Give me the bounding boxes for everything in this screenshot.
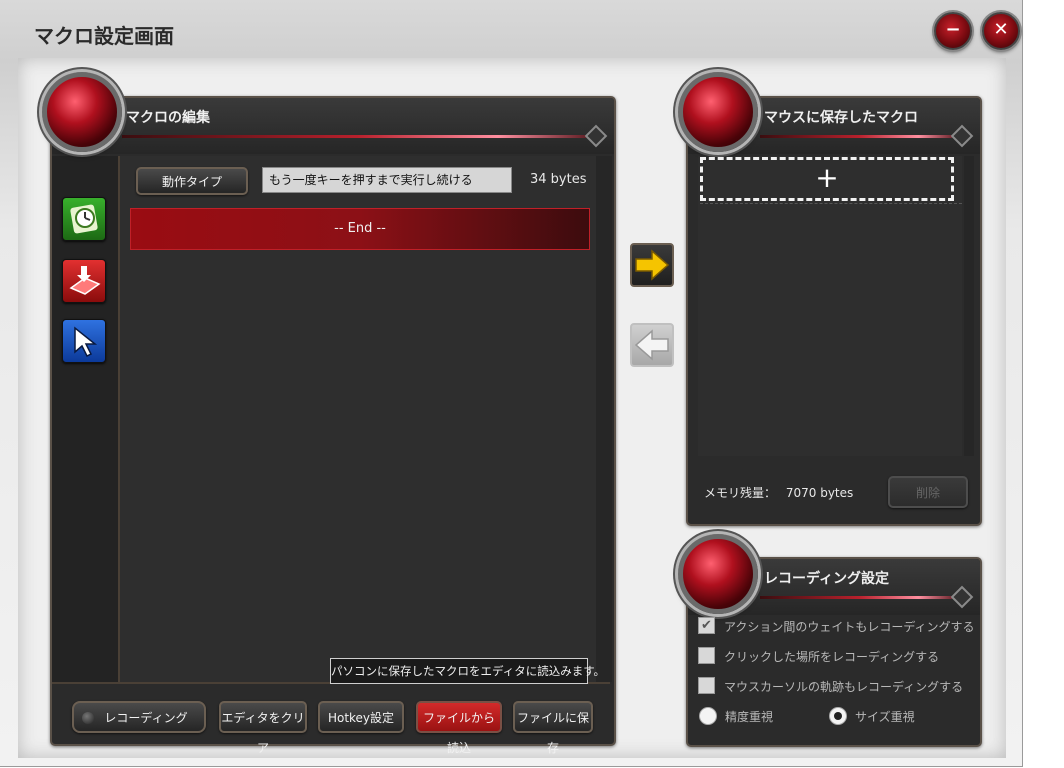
wait-tool-button[interactable] [62, 197, 106, 241]
plus-icon: + [815, 161, 839, 194]
radio-selected-dot [834, 712, 842, 720]
saved-macro-scrollbar[interactable] [964, 156, 974, 456]
radio-precision[interactable] [699, 707, 717, 725]
recording-indicator-icon [82, 712, 94, 724]
macro-size-text: 34 bytes [530, 172, 587, 187]
saved-macro-list [698, 156, 962, 456]
checkbox[interactable] [698, 677, 715, 694]
editor-orb-emblem [42, 72, 122, 152]
checkbox[interactable] [698, 647, 715, 664]
move-left-arrow-icon [634, 329, 669, 361]
recording-settings-title: レコーディング設定 [764, 571, 890, 587]
add-macro-slot[interactable]: + [700, 157, 954, 201]
header-ornament-icon [950, 124, 974, 148]
option-label: マウスカーソルの軌跡もレコーディングする [724, 680, 964, 694]
option-label: クリックした場所をレコーディングする [724, 650, 940, 664]
key-down-icon [69, 266, 101, 295]
radio-size[interactable] [829, 707, 847, 725]
close-button[interactable]: ✕ [982, 12, 1020, 50]
mouse-tool-button[interactable] [62, 319, 106, 363]
recording-orb-emblem [678, 534, 758, 614]
recording-button[interactable]: レコーディング [72, 701, 206, 733]
header-divider [122, 135, 592, 138]
hotkey-settings-button[interactable]: Hotkey設定 [318, 701, 404, 733]
header-ornament-icon [584, 124, 608, 148]
header-divider [760, 596, 958, 599]
radio-size-label: サイズ重視 [855, 710, 915, 724]
tooltip: パソコンに保存したマクロをエディタに読込みます。 [330, 658, 605, 684]
action-type-select[interactable]: もう一度キーを押すまで実行し続ける [262, 167, 512, 193]
minimize-button[interactable]: − [934, 12, 972, 50]
option-label: アクション間のウェイトもレコーディングする [724, 620, 975, 634]
header-ornament-icon [950, 585, 974, 609]
save-to-mouse-button[interactable] [630, 243, 674, 287]
radio-precision-label: 精度重視 [725, 710, 774, 724]
key-tool-button[interactable] [62, 259, 106, 303]
macro-editor-title: マクロの編集 [126, 110, 210, 126]
load-from-file-button[interactable]: ファイルから読込 [416, 701, 502, 755]
delete-button[interactable]: 削除 [888, 476, 968, 508]
memory-remaining: メモリ残量： 7070 bytes [704, 484, 853, 501]
macro-editor-panel: マクロの編集 [50, 96, 616, 746]
clear-editor-button[interactable]: エディタをクリア [219, 701, 307, 755]
move-right-arrow-icon [635, 249, 670, 281]
minimize-icon: − [945, 19, 961, 40]
save-to-file-button[interactable]: ファイルに保存 [513, 701, 593, 755]
slot-divider [700, 203, 962, 205]
memory-value: 7070 bytes [785, 486, 854, 500]
macro-settings-window: マクロ設定画面 − ✕ マクロの編集 動作タイプ もう一度キーを押すまで実行し続… [0, 0, 1023, 767]
recording-button-label: レコーディング [104, 711, 188, 725]
end-row[interactable]: -- End -- [130, 208, 590, 250]
header-divider [760, 135, 958, 138]
saved-macros-title: マウスに保存したマクロ [764, 110, 918, 126]
load-from-mouse-button[interactable] [630, 323, 674, 367]
action-type-button[interactable]: 動作タイプ [136, 167, 248, 195]
saved-orb-emblem [678, 72, 758, 152]
mouse-cursor-icon [74, 326, 98, 358]
checkbox[interactable]: ✔ [698, 617, 715, 634]
close-icon: ✕ [993, 19, 1009, 40]
macro-editor-header: マクロの編集 [52, 98, 614, 154]
macro-list-scrollbar[interactable] [596, 156, 612, 682]
memory-label: メモリ残量： [704, 486, 777, 500]
wait-clock-icon [70, 204, 98, 234]
window-title: マクロ設定画面 [34, 24, 174, 48]
